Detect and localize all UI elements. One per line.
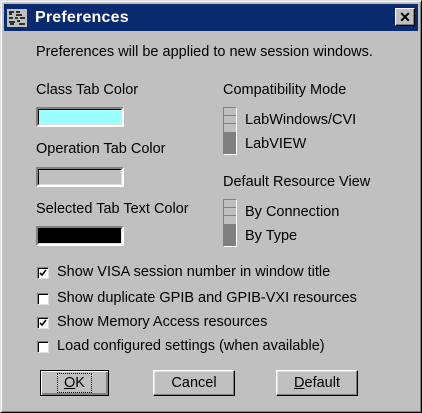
resource-view-option-by-type[interactable]: By Type [245,228,297,244]
operation-tab-color-label: Operation Tab Color [36,141,166,157]
checkbox-row[interactable]: Load configured settings (when available… [37,338,397,356]
checkmark-icon [39,319,47,327]
checkbox-label: Show VISA session number in window title [57,264,331,280]
slider-segment [224,108,236,116]
slider-thumb[interactable] [224,132,236,154]
app-icon [7,8,27,27]
default-resource-view-label: Default Resource View [223,174,371,190]
checkbox[interactable] [37,293,49,305]
resource-view-slider[interactable] [223,199,237,247]
preferences-dialog: Preferences ✕ Preferences will be applie… [0,0,422,413]
slider-segment [224,200,236,208]
checkbox-label: Load configured settings (when available… [57,338,325,354]
ok-mnemonic: O [64,375,76,391]
ok-label-rest: K [75,375,85,391]
compatibility-mode-label: Compatibility Mode [223,82,347,98]
slider-thumb[interactable] [224,224,236,246]
ok-button[interactable]: OK [40,370,109,396]
slider-segment [224,116,236,124]
default-label-rest: efault [304,375,340,391]
checkbox-row[interactable]: Show Memory Access resources [37,314,397,332]
checkbox-label: Show duplicate GPIB and GPIB-VXI resourc… [57,290,357,306]
operation-tab-color-swatch[interactable] [36,167,124,187]
checkbox-row[interactable]: Show duplicate GPIB and GPIB-VXI resourc… [37,290,397,308]
compatibility-option-labview[interactable]: LabVIEW [245,136,306,152]
class-tab-color-fill [38,109,122,125]
cancel-button[interactable]: Cancel [153,370,235,396]
default-button[interactable]: Default [276,370,358,396]
checkbox-label: Show Memory Access resources [57,314,268,330]
compatibility-mode-slider[interactable] [223,107,237,155]
checkbox[interactable] [37,267,49,279]
close-icon: ✕ [399,9,411,25]
class-tab-color-label: Class Tab Color [36,82,139,98]
selected-tab-text-color-swatch[interactable] [36,226,124,246]
resource-view-option-by-connection[interactable]: By Connection [245,204,339,220]
close-button[interactable]: ✕ [395,8,415,26]
checkbox[interactable] [37,341,49,353]
checkbox-row[interactable]: Show VISA session number in window title [37,264,397,282]
operation-tab-color-fill [38,169,122,185]
cancel-label: Cancel [171,375,217,391]
intro-text: Preferences will be applied to new sessi… [36,44,373,60]
title-bar[interactable]: Preferences ✕ [4,4,418,31]
compatibility-option-labwindows[interactable]: LabWindows/CVI [245,112,356,128]
class-tab-color-swatch[interactable] [36,107,124,127]
window-title: Preferences [35,8,129,26]
selected-tab-text-color-label: Selected Tab Text Color [36,201,189,217]
default-mnemonic: D [294,375,305,391]
ok-button-focus-ring: OK [57,373,92,393]
checkmark-icon [39,269,47,277]
slider-segment [224,208,236,216]
checkbox[interactable] [37,317,49,329]
selected-tab-text-color-fill [38,228,122,244]
